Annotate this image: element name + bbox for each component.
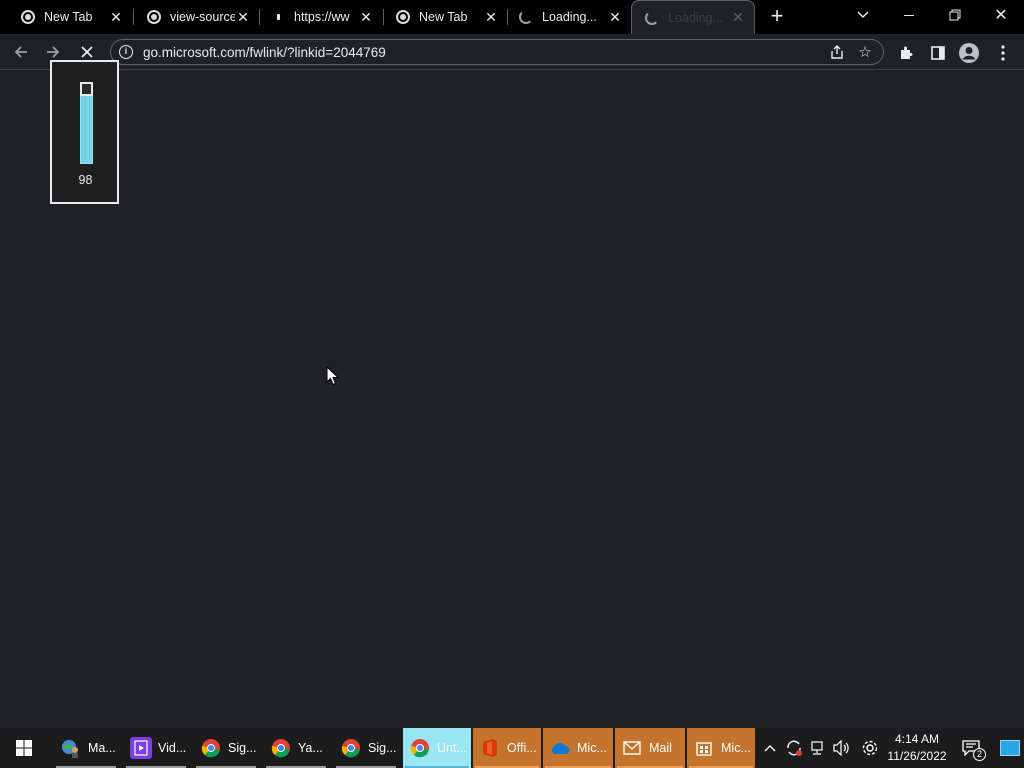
tab-title: https://ww [294, 10, 350, 24]
extensions-icon[interactable] [895, 42, 917, 64]
mail-icon [621, 737, 643, 759]
tab-title: Loading... [668, 10, 723, 25]
clock-date: 11/26/2022 [887, 749, 947, 763]
minimize-button[interactable] [886, 0, 932, 30]
taskbar-app-label: Sig... [368, 741, 397, 755]
tab-title: New Tab [44, 10, 93, 24]
close-icon[interactable]: ✕ [358, 9, 374, 25]
tab-loading-active[interactable]: Loading... ✕ [631, 0, 755, 34]
taskbar-app-label: Offi... [507, 741, 537, 755]
notification-count-badge: 2 [973, 748, 986, 761]
side-panel-icon[interactable] [927, 42, 949, 64]
chrome-icon [340, 737, 362, 759]
mouse-cursor-icon [326, 366, 340, 386]
store-icon [693, 737, 715, 759]
sync-icon[interactable] [784, 737, 804, 759]
show-desktop-button[interactable] [1000, 740, 1020, 756]
taskbar-app-ma[interactable]: Ma... [54, 728, 118, 768]
network-icon[interactable] [808, 737, 828, 759]
browser-toolbar: i go.microsoft.com/fwlink/?linkid=204476… [0, 34, 1024, 70]
volume-flyout: 98 [50, 60, 119, 204]
taskbar-app-unt-active[interactable]: Unt... [403, 728, 471, 768]
taskbar-app-label: Vid... [158, 741, 187, 755]
chevron-down-icon [857, 11, 869, 19]
share-icon[interactable] [827, 42, 847, 62]
taskbar-app-sig-1[interactable]: Sig... [194, 728, 258, 768]
close-icon[interactable]: ✕ [235, 9, 251, 25]
close-icon[interactable]: ✕ [483, 9, 499, 25]
tab-strip: New Tab ✕ view-source ✕ https://ww ✕ New… [0, 0, 1024, 34]
back-button[interactable] [8, 40, 34, 64]
chrome-icon [409, 737, 431, 759]
taskbar-app-sig-2[interactable]: Sig... [334, 728, 398, 768]
close-icon[interactable]: ✕ [730, 9, 746, 26]
windows-logo-icon [16, 740, 32, 756]
volume-icon[interactable] [832, 737, 852, 759]
notification-center-button[interactable]: 2 [958, 737, 986, 761]
taskbar-app-office[interactable]: Offi... [473, 728, 541, 768]
minimize-icon [904, 14, 914, 16]
taskbar-app-label: Unt... [437, 741, 467, 755]
tab-loading-1[interactable]: Loading... ✕ [498, 0, 631, 34]
chrome-icon [270, 737, 292, 759]
tab-title: view-source [170, 10, 235, 24]
onedrive-icon [549, 737, 571, 759]
restore-icon [949, 9, 961, 21]
tab-title: New Tab [419, 10, 468, 24]
page-content [0, 71, 1024, 728]
windows-taskbar: Ma... Vid... Sig... Ya... Sig... Unt... … [0, 728, 1024, 768]
tab-https[interactable]: https://ww ✕ [250, 0, 382, 34]
taskbar-app-label: Ma... [88, 741, 116, 755]
taskbar-app-label: Sig... [228, 741, 257, 755]
close-icon[interactable]: ✕ [108, 9, 124, 25]
info-icon[interactable]: i [119, 45, 133, 59]
tab-new-tab-2[interactable]: New Tab ✕ [375, 0, 507, 34]
volume-slider-thumb[interactable] [80, 82, 93, 96]
chrome-icon [395, 9, 411, 25]
chrome-icon [200, 737, 222, 759]
video-editor-icon [130, 737, 152, 759]
taskbar-app-mail[interactable]: Mail [615, 728, 685, 768]
taskbar-app-vid[interactable]: Vid... [124, 728, 188, 768]
taskbar-app-label: Mic... [721, 741, 751, 755]
taskbar-app-onedrive[interactable]: Mic... [543, 728, 613, 768]
close-icon[interactable]: ✕ [607, 9, 623, 25]
chrome-icon [146, 9, 162, 25]
close-icon: ✕ [994, 7, 1008, 24]
tab-search-button[interactable] [840, 0, 886, 30]
close-window-button[interactable]: ✕ [978, 0, 1024, 30]
taskbar-app-label: Mail [649, 741, 672, 755]
spinner-icon [518, 9, 534, 25]
taskbar-app-store[interactable]: Mic... [687, 728, 755, 768]
dot-icon [270, 9, 286, 25]
new-tab-button[interactable]: + [764, 5, 790, 29]
stop-x-icon [81, 46, 93, 58]
arrow-left-icon [14, 46, 27, 58]
start-button[interactable] [0, 728, 48, 768]
clock-time: 4:14 AM [894, 732, 940, 746]
profile-avatar-icon[interactable] [958, 42, 980, 64]
url-text[interactable]: go.microsoft.com/fwlink/?linkid=2044769 [143, 45, 827, 60]
arrow-right-icon [47, 46, 60, 58]
restore-button[interactable] [932, 0, 978, 30]
gear-icon[interactable] [860, 737, 880, 759]
tab-view-source[interactable]: view-source ✕ [126, 0, 259, 34]
office-icon [479, 737, 501, 759]
globe-person-icon [60, 737, 82, 759]
taskbar-app-label: Mic... [577, 741, 607, 755]
tab-new-tab-1[interactable]: New Tab ✕ [0, 0, 132, 34]
menu-kebab-icon[interactable] [992, 42, 1014, 64]
taskbar-app-ya[interactable]: Ya... [264, 728, 328, 768]
spinner-icon [644, 10, 660, 26]
taskbar-clock[interactable]: 4:14 AM 11/26/2022 [884, 731, 950, 765]
chrome-icon [20, 9, 36, 25]
taskbar-app-label: Ya... [298, 741, 323, 755]
address-bar[interactable]: i go.microsoft.com/fwlink/?linkid=204476… [110, 39, 884, 65]
show-hidden-icons-chevron-icon[interactable] [760, 737, 780, 759]
star-icon[interactable]: ☆ [855, 42, 875, 62]
tab-title: Loading... [542, 10, 597, 24]
volume-value: 98 [78, 173, 93, 187]
